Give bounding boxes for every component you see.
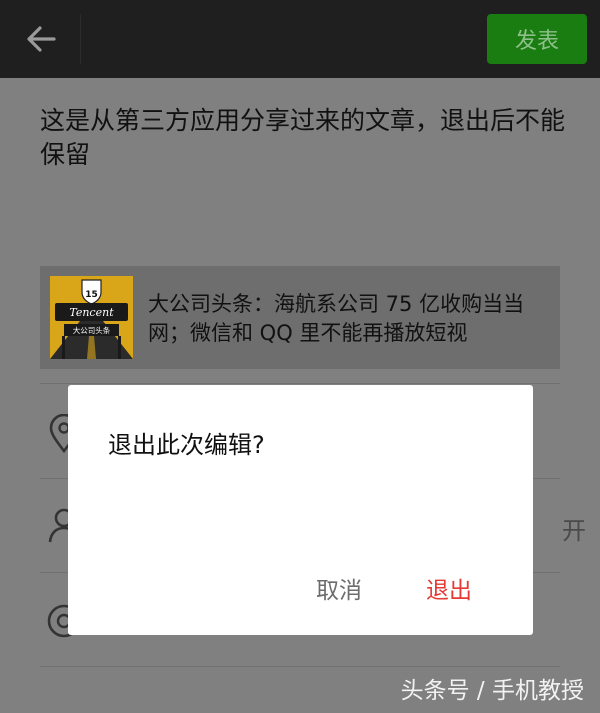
tencent-thumbnail-image: 15 Tencent 大公司头条: [50, 276, 133, 359]
top-bar: 发表: [0, 0, 600, 78]
shared-article-card[interactable]: 15 Tencent 大公司头条 大公司头条：海航系公司 75 亿收购当当网；微…: [40, 266, 560, 369]
publish-button[interactable]: 发表: [487, 14, 587, 64]
back-arrow-icon: [27, 26, 56, 52]
share-notice-text: 这是从第三方应用分享过来的文章，退出后不能保留: [40, 106, 566, 169]
exit-confirm-dialog: 退出此次编辑? 取消 退出: [68, 385, 533, 635]
thumbnail-badge-number: 15: [85, 290, 98, 300]
cancel-button[interactable]: 取消: [308, 567, 370, 609]
article-title: 大公司头条：海航系公司 75 亿收购当当网；微信和 QQ 里不能再播放短视: [148, 292, 525, 345]
watermark-text: 头条号 / 手机教授: [400, 678, 584, 704]
thumbnail-caption: 大公司头条: [73, 325, 111, 335]
thumbnail-logo-text: Tencent: [69, 306, 114, 319]
row-divider: [40, 666, 560, 667]
exit-button[interactable]: 退出: [418, 567, 480, 609]
row-divider: [40, 383, 560, 384]
dialog-title: 退出此次编辑?: [108, 431, 265, 459]
bar-divider: [80, 14, 81, 64]
article-thumbnail: 15 Tencent 大公司头条: [50, 276, 133, 359]
visibility-value: 开: [562, 517, 586, 545]
back-button[interactable]: [20, 18, 62, 60]
